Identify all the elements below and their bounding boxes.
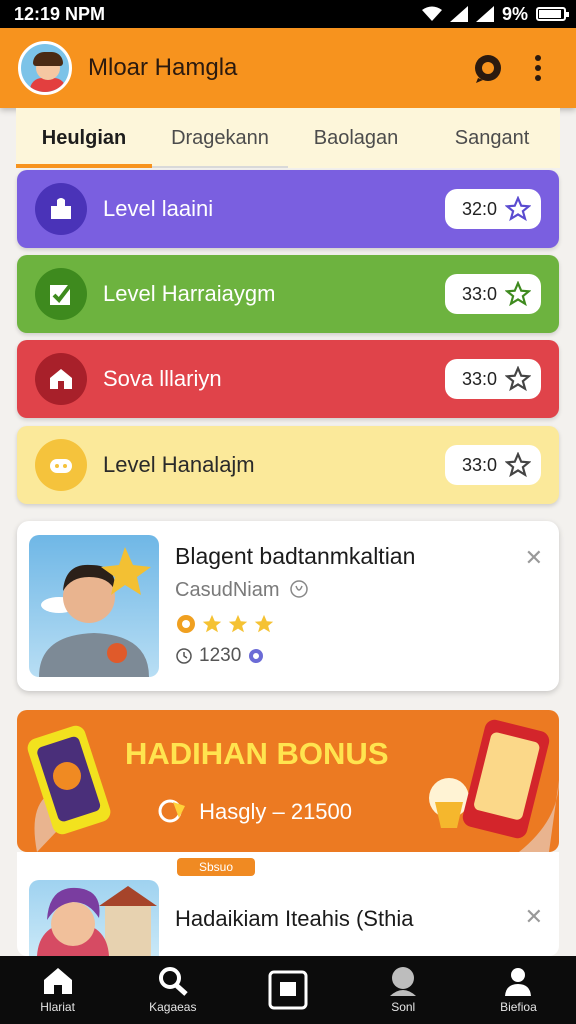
star-icon: [228, 614, 248, 633]
level-count: 32:0: [461, 198, 497, 219]
level-pill: 32:0: [445, 189, 541, 229]
user-icon: [390, 967, 417, 996]
badge-icon: [177, 615, 195, 633]
search-icon: [158, 967, 188, 996]
level-card-3[interactable]: Sova lllariyn 33:0: [17, 340, 559, 418]
app-bar: Mloar Hamgla: [0, 28, 576, 108]
app-title: Mloar Hamgla: [88, 54, 238, 81]
content-card-2[interactable]: Sbsuo Hadaikiam Iteahis (Sthia ✕: [17, 852, 559, 956]
house-icon: [35, 353, 87, 405]
level-count: 33:0: [461, 454, 497, 475]
gift-phone-illustration: [429, 719, 559, 852]
tab-dragekann[interactable]: Dragekann: [152, 108, 288, 168]
close-icon[interactable]: ✕: [525, 904, 543, 930]
more-vertical-icon: [535, 55, 541, 81]
close-icon[interactable]: ✕: [525, 545, 543, 571]
card-badge: Sbsuo: [177, 858, 255, 876]
tab-sangant[interactable]: Sangant: [424, 108, 560, 168]
status-bar: 12:19 NPM 9%: [0, 0, 576, 28]
avatar-shirt: [30, 78, 66, 92]
level-label: Level Hanalajm: [103, 452, 255, 477]
bonus-banner[interactable]: HADIHAN BONUS Hasgly – 21500: [17, 710, 559, 852]
level-count: 33:0: [461, 283, 497, 304]
star-icon: [505, 452, 531, 478]
profile-title: Blagent badtanmkaltian: [175, 543, 416, 569]
nav-center[interactable]: [230, 956, 345, 1024]
tab-bar: Heulgian Dragekann Baolagan Sangant: [16, 108, 560, 168]
square-icon: [268, 970, 308, 1010]
tab-baolagan[interactable]: Baolagan: [288, 108, 424, 168]
star-icon: [505, 196, 531, 222]
profile-icon: [505, 968, 532, 996]
level-card-2[interactable]: Level Harraiaygm 33:0: [17, 255, 559, 333]
check-icon: [35, 268, 87, 320]
star-icon: [505, 366, 531, 392]
card2-picture: [29, 880, 159, 956]
star-icon: [202, 614, 222, 633]
clock-icon: [176, 648, 192, 664]
info-icon: [290, 580, 308, 598]
star-icon: [254, 614, 274, 633]
signal-icon: [449, 6, 468, 22]
coin-icon: [249, 649, 264, 663]
home-icon: [43, 968, 72, 994]
nav-profile[interactable]: Biefioa: [461, 956, 576, 1024]
avatar[interactable]: [18, 41, 72, 95]
bonus-title: HADIHAN BONUS: [125, 736, 389, 771]
profile-count: 1230: [199, 645, 242, 666]
battery-text: 9%: [501, 3, 528, 24]
profile-card[interactable]: Blagent badtanmkaltian CasudNiam 1230 ✕: [17, 521, 559, 691]
battery-icon: [536, 7, 569, 21]
status-icons: 9%: [421, 3, 569, 25]
tab-heulgian[interactable]: Heulgian: [16, 108, 152, 168]
level-pill: 33:0: [445, 359, 541, 399]
level-card-1[interactable]: Level laaini 32:0: [17, 170, 559, 248]
nav-search[interactable]: Kagaeas: [115, 956, 230, 1024]
nav-label: Sonl: [391, 1000, 416, 1014]
signal-icon-2: [475, 6, 494, 22]
game-icon: [35, 439, 87, 491]
chat-icon: [475, 55, 501, 83]
avatar-hair: [33, 52, 63, 66]
level-label: Sova lllariyn: [103, 366, 222, 391]
profile-picture: [29, 535, 159, 677]
nav-home[interactable]: Hlariat: [0, 956, 115, 1024]
more-button[interactable]: [518, 48, 558, 88]
phone-hand-illustration: [27, 725, 111, 852]
nav-label: Kagaeas: [149, 1000, 197, 1014]
chat-button[interactable]: [468, 48, 508, 88]
bonus-icon: [158, 799, 185, 823]
level-label: Level Harraiaygm: [103, 281, 276, 306]
wifi-icon: [421, 6, 442, 21]
puzzle-icon: [35, 183, 87, 235]
level-label: Level laaini: [103, 196, 214, 221]
nav-label: Biefioa: [500, 1000, 537, 1014]
star-icon: [505, 281, 531, 307]
nav-social[interactable]: Sonl: [346, 956, 461, 1024]
profile-subtitle: CasudNiam: [175, 579, 309, 602]
status-time: 12:19 NPM: [14, 3, 106, 24]
card-badge-text: Sbsuo: [198, 860, 234, 874]
level-pill: 33:0: [445, 274, 541, 314]
bottom-nav: Hlariat Kagaeas Sonl Biefioa: [0, 956, 576, 1024]
level-pill: 33:0: [445, 445, 541, 485]
bonus-subtitle: Hasgly – 21500: [157, 796, 352, 826]
battery-fill: [539, 10, 561, 18]
profile-count-row: 1230: [175, 645, 265, 667]
profile-subtitle-text: CasudNiam: [175, 579, 280, 601]
rating-stars: [175, 613, 275, 635]
nav-label: Hlariat: [40, 1000, 75, 1014]
bonus-subtitle-text: Hasgly – 21500: [199, 799, 353, 824]
level-card-4[interactable]: Level Hanalajm 33:0: [17, 426, 559, 504]
level-count: 33:0: [461, 368, 497, 389]
card2-title: Hadaikiam Iteahis (Sthia: [175, 906, 414, 931]
